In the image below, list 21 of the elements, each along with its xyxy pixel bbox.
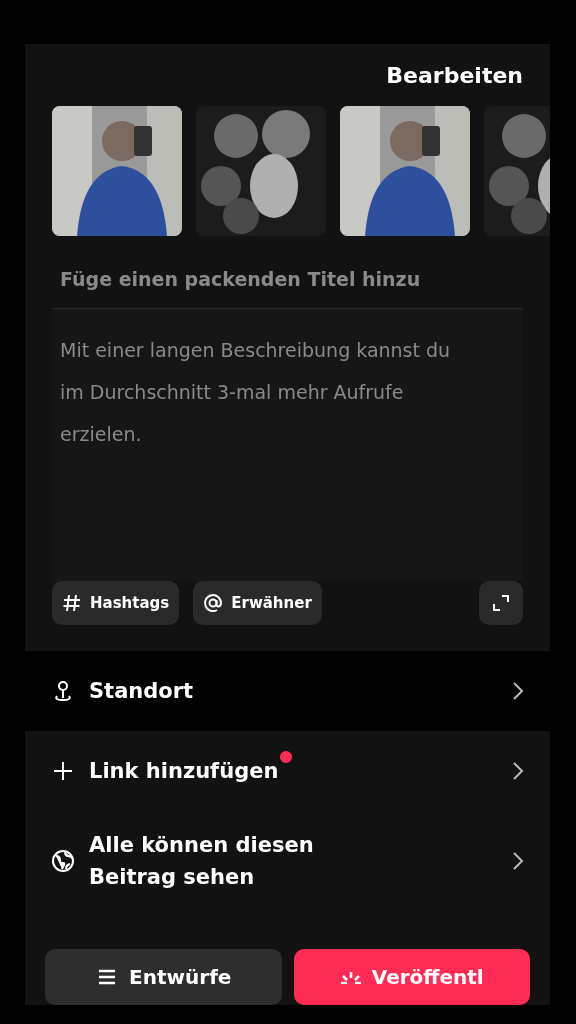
plus-icon [51,759,75,783]
setting-label: Standort [89,678,194,705]
chevron-right-icon [512,761,524,781]
hashtags-button[interactable]: Hashtags [52,581,180,625]
edit-button[interactable]: Bearbeiten [386,62,523,88]
sparkle-icon [339,970,362,984]
setting-label: Alle können diesen Beitrag sehen [89,832,315,891]
expand-button[interactable] [479,581,523,625]
globe-icon [51,849,75,873]
chevron-right-icon [512,681,524,701]
settings-row[interactable]: Link hinzufügen [25,731,550,811]
at-icon [203,593,224,613]
hash-icon [62,593,82,613]
description-field[interactable]: Mit einer langen Beschreibung kannst du im Durchschnitt 3-mal mehr Aufrufe erzielen. [52,309,523,581]
expand-icon [491,593,511,613]
drafts-button[interactable]: Entwürfe [45,949,282,1005]
publish-button[interactable]: Veröffentl [293,949,530,1005]
mentions-button[interactable]: Erwähner [193,581,322,625]
chevron-right-icon [512,851,524,871]
settings-row[interactable]: Alle können diesen Beitrag sehen [25,811,550,911]
setting-label: Link hinzufügen [89,758,279,785]
